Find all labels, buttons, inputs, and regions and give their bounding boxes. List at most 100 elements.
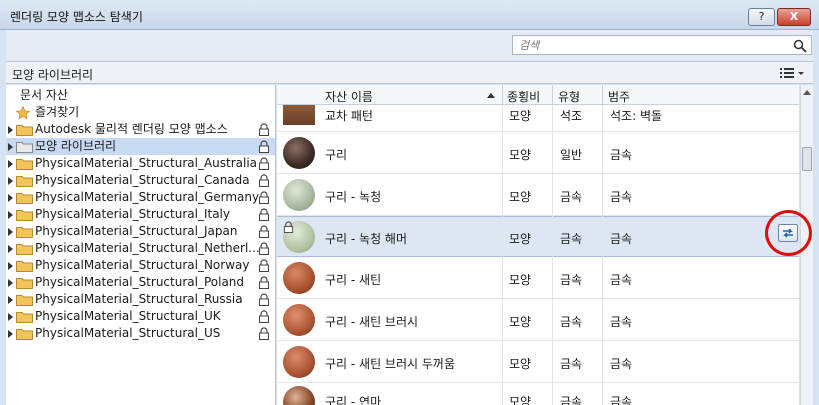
expand-arrow-icon[interactable] xyxy=(8,126,13,134)
help-button[interactable]: ? xyxy=(748,8,775,26)
asset-kind: 모양 xyxy=(509,148,532,162)
asset-category: 금속 xyxy=(610,190,633,204)
tree-item-germany[interactable]: PhysicalMaterial_Structural_Germany xyxy=(6,189,275,206)
tree-item-poland[interactable]: PhysicalMaterial_Structural_Poland xyxy=(6,274,275,291)
folder-icon xyxy=(16,193,33,204)
material-thumbnail xyxy=(283,346,315,378)
expand-arrow-icon[interactable] xyxy=(8,296,13,304)
lock-icon xyxy=(259,123,269,136)
asset-kind: 모양 xyxy=(509,357,532,371)
column-divider xyxy=(602,105,603,405)
expand-arrow-icon[interactable] xyxy=(8,194,13,202)
folder-icon xyxy=(16,125,33,136)
asset-type: 금속 xyxy=(560,395,583,405)
expand-arrow-icon[interactable] xyxy=(8,228,13,236)
tree-item-autodesk-library[interactable]: Autodesk 물리적 렌더링 모양 맵소스 xyxy=(6,121,275,138)
scrollbar-thumb[interactable] xyxy=(802,147,812,171)
library-tree: 문서 자산 즐겨찾기 Autodesk 물리적 렌더링 모양 맵소스 모양 라이… xyxy=(6,85,276,405)
folder-icon xyxy=(16,142,33,153)
library-header: 모양 라이브러리 xyxy=(6,62,813,84)
material-thumbnail xyxy=(283,304,315,336)
table-row[interactable]: 구리 - 녹청 모양 금속 금속 xyxy=(277,174,799,216)
asset-type: 석조 xyxy=(560,109,583,123)
tree-item-netherlands[interactable]: PhysicalMaterial_Structural_Netherl... xyxy=(6,240,275,257)
lock-icon xyxy=(259,276,269,289)
asset-name: 구리 - 새틴 브러시 두꺼움 xyxy=(325,357,455,371)
asset-category: 금속 xyxy=(610,232,633,246)
asset-kind: 모양 xyxy=(509,395,532,405)
tree-item-appearance-library[interactable]: 모양 라이브러리 xyxy=(6,138,275,155)
column-divider[interactable] xyxy=(502,85,503,105)
lock-icon xyxy=(259,259,269,272)
lock-icon xyxy=(259,174,269,187)
search-icon[interactable] xyxy=(793,39,807,53)
scroll-up-icon[interactable] xyxy=(803,90,811,95)
asset-kind: 모양 xyxy=(509,232,532,246)
expand-arrow-icon[interactable] xyxy=(8,177,13,185)
expand-arrow-icon[interactable] xyxy=(8,211,13,219)
sort-ascending-icon[interactable] xyxy=(487,93,495,98)
tree-item-uk[interactable]: PhysicalMaterial_Structural_UK xyxy=(6,308,275,325)
tree-item-japan[interactable]: PhysicalMaterial_Structural_Japan xyxy=(6,223,275,240)
tree-item-norway[interactable]: PhysicalMaterial_Structural_Norway xyxy=(6,257,275,274)
tree-item-italy[interactable]: PhysicalMaterial_Structural_Italy xyxy=(6,206,275,223)
asset-name: 구리 - 연마 xyxy=(325,395,382,405)
table-row[interactable]: 구리 - 연마 모양 금속 금속 xyxy=(277,383,799,405)
column-divider[interactable] xyxy=(552,85,553,105)
material-thumbnail xyxy=(283,105,315,125)
lock-icon xyxy=(259,140,269,153)
close-button[interactable]: X xyxy=(777,8,811,26)
column-header-type[interactable]: 유형 xyxy=(558,88,580,105)
table-row[interactable]: 구리 모양 일반 금속 xyxy=(277,132,799,174)
table-row[interactable]: 구리 - 새틴 브러시 모양 금속 금속 xyxy=(277,299,799,341)
lock-icon xyxy=(259,191,269,204)
table-row[interactable]: 구리 - 녹청 해머 모양 금속 금속 xyxy=(277,216,799,257)
table-row[interactable]: 구리 - 새틴 브러시 두꺼움 모양 금속 금속 xyxy=(277,341,799,383)
asset-category: 금속 xyxy=(610,273,633,287)
folder-icon xyxy=(16,312,33,323)
asset-type: 금속 xyxy=(560,273,583,287)
expand-arrow-icon[interactable] xyxy=(8,279,13,287)
tree-item-canada[interactable]: PhysicalMaterial_Structural_Canada xyxy=(6,172,275,189)
asset-kind: 모양 xyxy=(509,273,532,287)
tree-item-australia[interactable]: PhysicalMaterial_Structural_Australia xyxy=(6,155,275,172)
search-box[interactable] xyxy=(512,35,812,55)
lock-icon xyxy=(259,157,269,170)
folder-icon xyxy=(16,295,33,306)
expand-arrow-icon[interactable] xyxy=(8,160,13,168)
column-divider xyxy=(552,105,553,405)
column-divider[interactable] xyxy=(602,85,603,105)
tree-item-favorites[interactable]: 즐겨찾기 xyxy=(6,104,275,121)
tree-item-us[interactable]: PhysicalMaterial_Structural_US xyxy=(6,325,275,342)
column-header-kind[interactable]: 종횡비 xyxy=(507,88,540,105)
expand-arrow-icon[interactable] xyxy=(8,330,13,338)
folder-icon xyxy=(16,159,33,170)
folder-icon xyxy=(16,278,33,289)
folder-icon xyxy=(16,227,33,238)
lock-icon xyxy=(283,221,294,233)
column-header-category[interactable]: 범주 xyxy=(608,88,630,105)
column-header-name[interactable]: 자산 이름 xyxy=(325,88,373,105)
folder-icon xyxy=(16,261,33,272)
tree-item-russia[interactable]: PhysicalMaterial_Structural_Russia xyxy=(6,291,275,308)
star-icon xyxy=(16,106,30,120)
folder-icon xyxy=(16,176,33,187)
asset-type: 금속 xyxy=(560,315,583,329)
folder-icon xyxy=(16,244,33,255)
table-row[interactable]: 구리 - 새틴 모양 금속 금속 xyxy=(277,257,799,299)
asset-grid: 자산 이름 종횡비 유형 범주 교차 패턴 모양 석조 석조: 벽돌 구리 모양… xyxy=(277,85,799,405)
view-options-icon[interactable] xyxy=(778,66,806,80)
asset-category: 금속 xyxy=(610,315,633,329)
expand-arrow-icon[interactable] xyxy=(8,143,13,151)
expand-arrow-icon[interactable] xyxy=(8,262,13,270)
asset-category: 석조: 벽돌 xyxy=(610,109,663,123)
material-thumbnail xyxy=(283,386,315,405)
asset-name: 교차 패턴 xyxy=(325,109,373,123)
material-thumbnail xyxy=(283,179,315,211)
search-input[interactable] xyxy=(519,38,789,53)
table-row[interactable]: 교차 패턴 모양 석조 석조: 벽돌 xyxy=(277,105,799,132)
expand-arrow-icon[interactable] xyxy=(8,313,13,321)
column-divider xyxy=(502,105,503,405)
expand-arrow-icon[interactable] xyxy=(8,245,13,253)
tree-item-document-assets[interactable]: 문서 자산 xyxy=(6,87,275,104)
